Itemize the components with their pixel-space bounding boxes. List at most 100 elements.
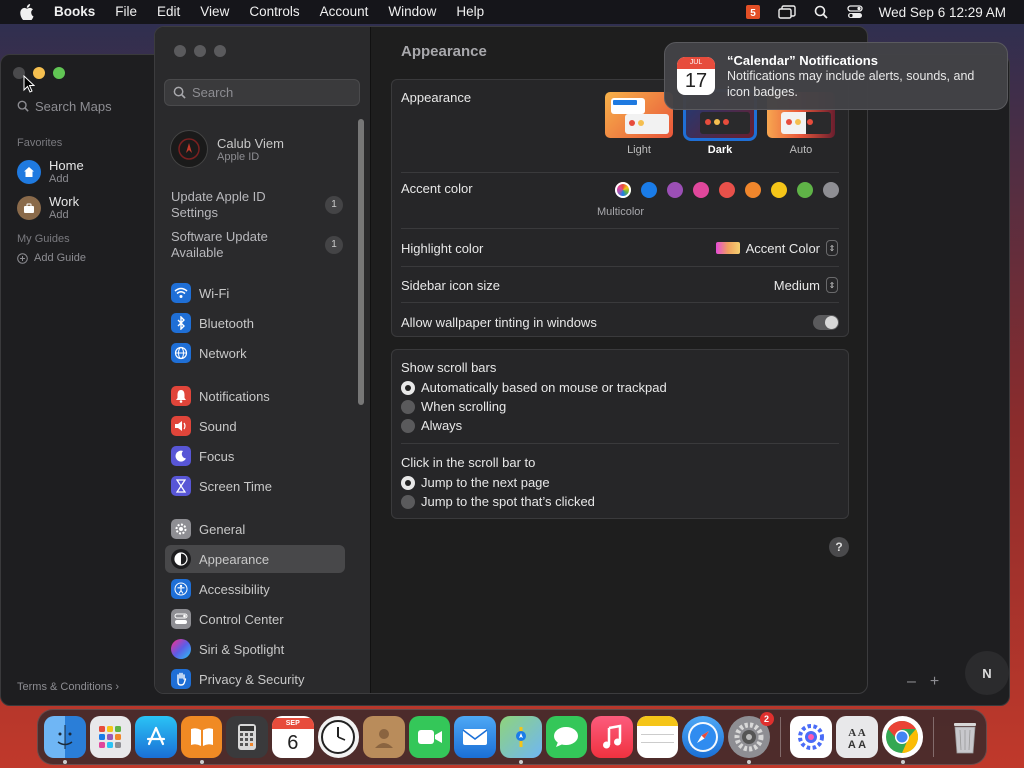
calculator-icon[interactable] (226, 716, 268, 758)
notice-count-badge: 1 (325, 196, 343, 214)
system-settings-icon[interactable]: 2 (727, 712, 774, 764)
sidebar-item-siri-spotlight[interactable]: Siri & Spotlight (165, 635, 345, 663)
settings-search-input[interactable]: Search (164, 79, 360, 106)
help-button[interactable]: ? (829, 537, 849, 557)
calendar-app-icon[interactable]: SEP 6 (271, 716, 314, 758)
menu-view[interactable]: View (190, 0, 239, 24)
radio-scroll-always[interactable]: Always (401, 418, 462, 433)
menu-app-name[interactable]: Books (50, 0, 105, 24)
zoom-in-button[interactable]: + (930, 673, 939, 691)
menu-account[interactable]: Account (310, 0, 379, 24)
notification-title: “Calendar” Notifications (727, 52, 878, 68)
menu-window[interactable]: Window (378, 0, 446, 24)
wallpaper-tinting-toggle[interactable] (813, 315, 839, 330)
theme-option-light[interactable]: Light (605, 92, 673, 156)
window-stack-icon[interactable] (777, 4, 797, 20)
update-apple-id-notice[interactable]: Update Apple ID Settings 1 (171, 189, 343, 221)
accent-swatch-yellow[interactable] (771, 182, 787, 198)
html5-status-icon[interactable]: 5 (743, 4, 763, 20)
control-center-icon[interactable] (845, 4, 865, 20)
radio-button (401, 475, 415, 490)
divider (401, 302, 839, 303)
facetime-icon[interactable] (408, 716, 451, 758)
accent-swatch-blue[interactable] (641, 182, 657, 198)
gear-app-icon[interactable] (790, 716, 833, 758)
radio-jump-next-page[interactable]: Jump to the next page (401, 475, 550, 490)
contacts-icon[interactable] (363, 716, 405, 758)
sidebar-scrollbar[interactable] (358, 119, 364, 405)
launchpad-icon[interactable] (89, 716, 132, 758)
radio-button (401, 418, 415, 433)
sidebar-item-privacy-security[interactable]: Privacy & Security (165, 665, 345, 693)
minimize-icon[interactable] (194, 45, 206, 57)
accent-swatch-green[interactable] (797, 182, 813, 198)
maps-icon[interactable] (499, 716, 542, 764)
sidebar-item-appearance[interactable]: Appearance (165, 545, 345, 573)
spotlight-search-icon[interactable] (811, 4, 831, 20)
menu-file[interactable]: File (105, 0, 147, 24)
app-store-icon[interactable] (135, 716, 177, 758)
sidebar-item-network[interactable]: Network (165, 339, 345, 367)
accent-swatch-purple[interactable] (667, 182, 683, 198)
books-icon[interactable] (180, 716, 223, 764)
trash-icon[interactable] (944, 716, 986, 758)
sidebar-item-label: Screen Time (199, 478, 272, 494)
notice-count-badge: 1 (325, 236, 343, 254)
chrome-icon[interactable] (881, 716, 924, 764)
font-book-icon[interactable]: A AA A (836, 716, 878, 758)
software-update-notice[interactable]: Software Update Available 1 (171, 229, 343, 261)
sidebar-item-notifications[interactable]: Notifications (165, 382, 345, 410)
apple-menu-icon[interactable] (18, 3, 36, 21)
accent-swatch-multicolor[interactable] (615, 182, 631, 198)
favorite-home[interactable]: Home Add (17, 159, 84, 185)
radio-scroll-automatic[interactable]: Automatically based on mouse or trackpad (401, 380, 667, 395)
safari-icon[interactable] (682, 716, 724, 758)
accent-swatch-red[interactable] (719, 182, 735, 198)
accent-swatch-pink[interactable] (693, 182, 709, 198)
divider (401, 266, 839, 267)
favorite-work-sub: Add (49, 209, 69, 221)
sidebar-item-accessibility[interactable]: Accessibility (165, 575, 345, 603)
sidebar-icon-size-popup[interactable]: Medium ⇕ (774, 277, 838, 293)
maps-search-input[interactable]: Search Maps (17, 95, 157, 117)
apple-id-account[interactable]: Calub Viem Apple ID (170, 130, 284, 168)
zoom-icon[interactable] (214, 45, 226, 57)
radio-jump-to-spot[interactable]: Jump to the spot that’s clicked (401, 494, 595, 509)
account-name: Calub Viem (217, 135, 284, 151)
add-guide-button[interactable]: Add Guide (17, 252, 86, 264)
calendar-notification[interactable]: JUL 17 “Calendar” Notifications Notifica… (664, 42, 1008, 110)
menu-edit[interactable]: Edit (147, 0, 190, 24)
sidebar-item-bluetooth[interactable]: Bluetooth (165, 309, 345, 337)
theme-label-dark: Dark (707, 144, 733, 156)
sidebar-item-wifi[interactable]: Wi-Fi (165, 279, 345, 307)
menu-help[interactable]: Help (446, 0, 494, 24)
accent-swatch-orange[interactable] (745, 182, 761, 198)
menubar-clock[interactable]: Wed Sep 6 12:29 AM (879, 5, 1006, 20)
settings-window-controls (174, 45, 226, 57)
toggles-icon (171, 609, 191, 629)
zoom-out-button[interactable]: – (907, 673, 916, 691)
mail-icon[interactable] (454, 716, 496, 758)
music-icon[interactable] (591, 716, 633, 758)
zoom-icon[interactable] (53, 67, 65, 79)
messages-icon[interactable] (545, 716, 588, 758)
sidebar-item-sound[interactable]: Sound (165, 412, 345, 440)
sidebar-item-label: Appearance (199, 551, 270, 567)
running-indicator (746, 760, 751, 764)
terms-link[interactable]: Terms & Conditions › (17, 681, 119, 693)
sidebar-item-screen-time[interactable]: Screen Time (165, 472, 345, 500)
sidebar-item-focus[interactable]: Focus (165, 442, 345, 470)
menu-controls[interactable]: Controls (239, 0, 309, 24)
sidebar-item-general[interactable]: General (165, 515, 345, 543)
clock-icon[interactable] (317, 716, 360, 758)
radio-scroll-when-scrolling[interactable]: When scrolling (401, 399, 506, 414)
compass-button[interactable]: N (965, 651, 1009, 695)
highlight-color-popup[interactable]: Accent Color ⇕ (715, 240, 838, 256)
favorite-work[interactable]: Work Add (17, 195, 79, 221)
notes-icon[interactable] (636, 716, 679, 758)
sidebar-item-control-center[interactable]: Control Center (165, 605, 345, 633)
divider (401, 172, 839, 173)
accent-swatch-graphite[interactable] (823, 182, 839, 198)
finder-icon[interactable] (44, 716, 86, 764)
close-icon[interactable] (174, 45, 186, 57)
